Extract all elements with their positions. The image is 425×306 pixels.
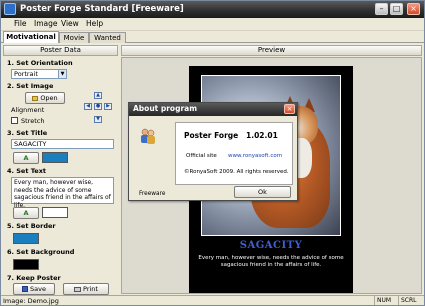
product-name: Poster Forge: [184, 131, 239, 140]
tab-bar: Motivational Movie Wanted: [1, 31, 424, 43]
poster-data-panel: Poster Data 1. Set Orientation Portrait …: [3, 45, 118, 295]
align-top-button[interactable]: ▲: [94, 92, 102, 99]
poster-title: SAGACITY: [239, 240, 303, 251]
product-version: 1.02.01: [246, 131, 278, 140]
background-color-swatch[interactable]: [13, 259, 39, 270]
orientation-value: Portrait: [14, 70, 38, 78]
title-input[interactable]: SAGACITY: [11, 139, 114, 149]
official-site-label: Official site: [186, 153, 217, 159]
border-color-swatch[interactable]: [13, 233, 39, 244]
keep-poster-label: 7. Keep Poster: [7, 274, 61, 282]
border-label: 5. Set Border: [7, 222, 56, 230]
chevron-down-icon[interactable]: ▼: [58, 70, 66, 78]
tab-motivational[interactable]: Motivational: [3, 31, 59, 43]
orientation-select[interactable]: Portrait ▼: [11, 69, 67, 79]
align-right-button[interactable]: ▶: [104, 103, 112, 110]
title-label: 3. Set Title: [7, 129, 48, 137]
folder-icon: [32, 95, 39, 101]
font-icon: A: [23, 209, 29, 217]
status-bar: Image: Demo.jpg NUM SCRL: [1, 295, 424, 305]
maximize-button[interactable]: □: [390, 3, 403, 15]
poster-text: Every man, however wise, needs the advic…: [198, 255, 344, 268]
tab-movie[interactable]: Movie: [59, 32, 89, 43]
align-bottom-button[interactable]: ▼: [94, 116, 102, 123]
menu-help[interactable]: Help: [86, 19, 103, 28]
about-info-box: Poster Forge 1.02.01 Official site www.r…: [175, 122, 293, 185]
window-title: Poster Forge Standard [Freeware]: [20, 4, 184, 14]
print-button[interactable]: Print: [63, 283, 109, 295]
title-font-button[interactable]: A: [13, 152, 39, 164]
orientation-label: 1. Set Orientation: [7, 59, 73, 67]
preview-header: Preview: [121, 45, 422, 56]
title-bar: Poster Forge Standard [Freeware] – □ ×: [1, 1, 424, 18]
text-input[interactable]: Every man, however wise, needs the advic…: [11, 177, 114, 209]
printer-icon: [74, 286, 82, 292]
official-site-link[interactable]: www.ronyasoft.com: [228, 153, 282, 159]
about-dialog-title: About program: [129, 103, 297, 116]
main-window: Poster Forge Standard [Freeware] – □ × F…: [0, 0, 425, 306]
print-button-label: Print: [83, 285, 98, 293]
font-icon: A: [23, 154, 29, 162]
save-icon: [22, 286, 29, 292]
tab-wanted[interactable]: Wanted: [89, 32, 126, 43]
menu-view[interactable]: View: [61, 19, 79, 28]
menu-image[interactable]: Image: [34, 19, 58, 28]
about-dialog: About program × Poster Forge 1.02.01 Off…: [128, 102, 298, 201]
open-button-label: Open: [40, 94, 58, 102]
status-num: NUM: [374, 296, 398, 305]
align-center-button[interactable]: ●: [94, 103, 102, 110]
menu-file[interactable]: File: [14, 19, 27, 28]
text-font-button[interactable]: A: [13, 207, 39, 219]
image-label: 2. Set Image: [7, 82, 54, 90]
background-label: 6. Set Background: [7, 248, 75, 256]
title-color-swatch[interactable]: [42, 152, 68, 163]
save-button-label: Save: [30, 285, 46, 293]
alignment-label: Alignment: [11, 106, 45, 114]
ok-button[interactable]: Ok: [234, 186, 291, 198]
poster-data-header: Poster Data: [3, 45, 118, 56]
users-icon: [141, 128, 155, 144]
status-scrl: SCRL: [398, 296, 424, 305]
minimize-button[interactable]: –: [375, 3, 388, 15]
open-button[interactable]: Open: [25, 92, 65, 104]
text-label: 4. Set Text: [7, 167, 46, 175]
copyright-text: ©RonyaSoft 2009. All rights reserved.: [184, 169, 289, 175]
stretch-label: Stretch: [21, 117, 45, 125]
menu-bar: File Image View Help: [1, 18, 424, 31]
license-text: Freeware: [139, 191, 166, 197]
stretch-checkbox[interactable]: [11, 117, 18, 124]
about-close-button[interactable]: ×: [284, 104, 295, 114]
text-color-swatch[interactable]: [42, 207, 68, 218]
close-button[interactable]: ×: [407, 3, 420, 15]
status-image: Image: Demo.jpg: [3, 297, 59, 305]
save-button[interactable]: Save: [13, 283, 55, 295]
align-left-button[interactable]: ◀: [84, 103, 92, 110]
app-icon: [4, 3, 16, 15]
